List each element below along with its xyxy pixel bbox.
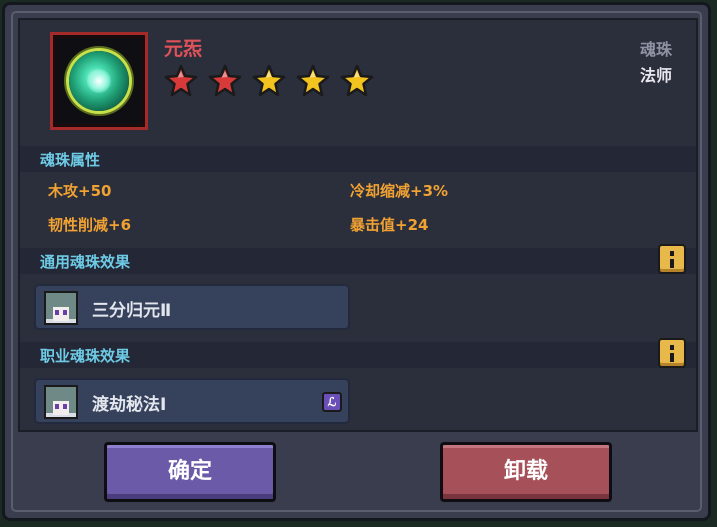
item-class: 法师 [639,66,672,85]
item-name: 元炁 [164,38,203,60]
item-type: 魂珠 [639,40,672,59]
orb-core [87,69,111,93]
class-effect-card[interactable]: 渡劫秘法Ⅰ ℒ [34,378,350,424]
star-icon [208,64,242,97]
green-orb-icon [69,51,129,111]
unload-button[interactable]: 卸载 [440,442,612,502]
general-effect-card[interactable]: 三分归元Ⅱ [34,284,350,330]
soul-bead-panel: 元炁 魂珠 法师 魂珠属性 木攻+50 冷却缩减+3% 韧性削减+6 暴击值+2… [18,18,698,432]
class-effect-header: 职业魂珠效果 [20,338,696,368]
star-icon [164,64,198,97]
stat-wood-attack: 木攻+50 [48,182,112,200]
stat-cooldown-reduction: 冷却缩减+3% [350,182,449,200]
stat-toughness-reduction: 韧性削减+6 [48,216,132,234]
stat-crit-value: 暴击值+24 [350,216,429,234]
star-icon [252,64,286,97]
class-skill-mark-icon: ℒ [322,392,342,412]
star-icon [296,64,330,97]
general-effect-title: 通用魂珠效果 [40,253,131,271]
general-effect-header: 通用魂珠效果 [20,244,696,274]
confirm-button[interactable]: 确定 [104,442,276,502]
character-avatar-icon [44,291,78,325]
general-effect-name: 三分归元Ⅱ [92,301,172,321]
class-effect-info-icon[interactable] [658,338,686,368]
attributes-title: 魂珠属性 [40,151,101,169]
class-effect-name: 渡劫秘法Ⅰ [92,395,167,415]
star-icon [340,64,374,97]
class-effect-title: 职业魂珠效果 [40,347,131,365]
general-effect-info-icon[interactable] [658,244,686,274]
character-avatar-icon [44,385,78,419]
attributes-header: 魂珠属性 [20,146,696,172]
star-rating [164,64,374,98]
item-icon-box [50,32,148,130]
